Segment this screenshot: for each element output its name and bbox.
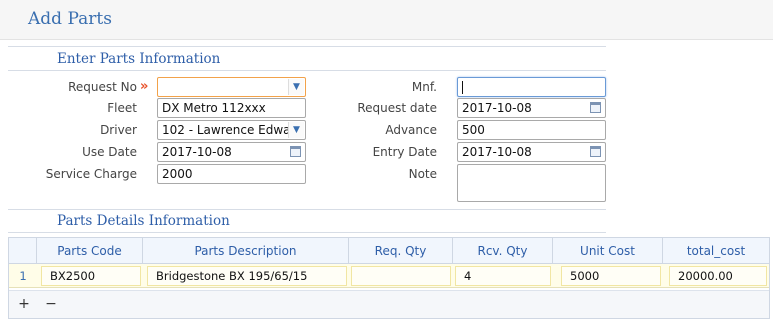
note-textarea[interactable] [457, 164, 606, 202]
table-cell[interactable]: Bridgestone BX 195/65/15 [147, 266, 347, 286]
column-header[interactable]: Req. Qty [349, 238, 453, 264]
text-cursor [462, 81, 463, 94]
section-divider-info [8, 70, 606, 71]
window-title-bar: Add Parts [0, 0, 773, 40]
parts-grid: Parts Code Parts Description Req. Qty Rc… [8, 237, 770, 319]
column-header[interactable]: Rcv. Qty [453, 238, 553, 264]
section-divider-top [8, 209, 606, 210]
table-cell[interactable]: 20000.00 [669, 266, 767, 286]
request-date-field[interactable]: 2017-10-08 [457, 98, 606, 118]
section-title-info: Enter Parts Information [57, 51, 221, 67]
table-cell[interactable]: 5000 [561, 266, 661, 286]
advance-label: Advance [385, 123, 437, 137]
driver-select[interactable]: 102 - Lawrence Edwar ▼ [157, 120, 306, 140]
service-charge-field[interactable]: 2000 [157, 164, 306, 184]
fleet-field[interactable]: DX Metro 112xxx [157, 98, 306, 118]
request-date-label: Request date [357, 101, 437, 115]
chevron-down-icon[interactable]: ▼ [288, 79, 304, 95]
window-title: Add Parts [28, 9, 112, 29]
grid-header: Parts Code Parts Description Req. Qty Rc… [9, 238, 769, 264]
column-header[interactable]: Unit Cost [553, 238, 663, 264]
add-row-button[interactable]: + [17, 296, 31, 312]
chevron-down-icon[interactable]: ▼ [288, 122, 304, 138]
row-number: 1 [19, 269, 27, 283]
table-cell[interactable]: BX2500 [41, 266, 141, 286]
table-cell[interactable] [351, 266, 451, 286]
use-date-label: Use Date [82, 145, 137, 159]
advance-field[interactable]: 500 [457, 120, 606, 140]
fleet-label: Fleet [107, 101, 137, 115]
grid-toolbar: + − [9, 290, 769, 318]
request-no-select[interactable]: ▼ [157, 77, 306, 97]
driver-label: Driver [100, 123, 137, 137]
service-charge-label: Service Charge [45, 167, 137, 181]
column-header[interactable]: Parts Code [37, 238, 143, 264]
entry-date-field[interactable]: 2017-10-08 [457, 142, 606, 162]
entry-date-label: Entry Date [372, 145, 437, 159]
table-cell[interactable]: 4 [455, 266, 551, 286]
calendar-icon[interactable] [590, 146, 601, 157]
required-marker-icon: » [140, 79, 149, 94]
calendar-icon[interactable] [290, 146, 301, 157]
mnf-field[interactable] [457, 77, 606, 97]
table-row[interactable]: 1 BX2500 Bridgestone BX 195/65/15 4 5000… [9, 264, 769, 288]
top-divider [8, 46, 606, 47]
note-label: Note [408, 167, 437, 181]
section-title-details: Parts Details Information [57, 213, 230, 229]
column-header[interactable]: Parts Description [143, 238, 349, 264]
calendar-icon[interactable] [590, 102, 601, 113]
mnf-label: Mnf. [411, 80, 437, 94]
header-rownum [9, 238, 37, 264]
request-no-label: Request No [68, 80, 137, 94]
remove-row-button[interactable]: − [44, 296, 58, 312]
use-date-field[interactable]: 2017-10-08 [157, 142, 306, 162]
column-header[interactable]: total_cost [663, 238, 769, 264]
section-divider-details [8, 232, 606, 233]
